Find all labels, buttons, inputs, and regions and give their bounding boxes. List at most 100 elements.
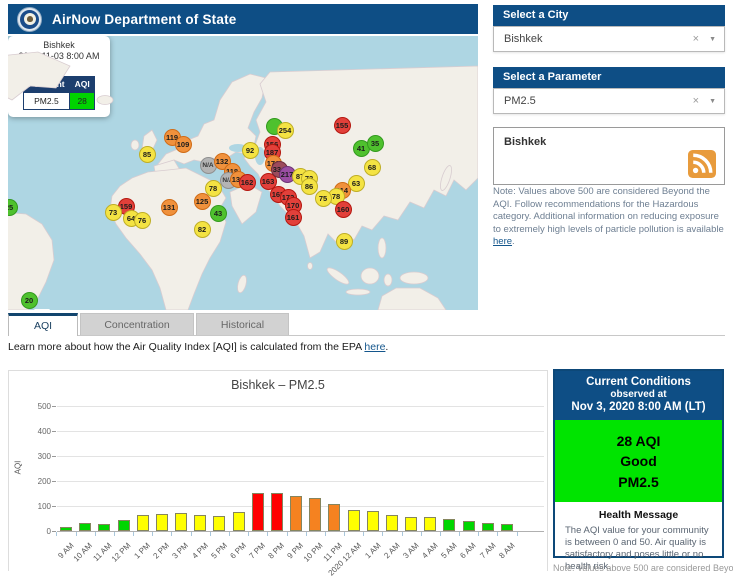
tab-aqi[interactable]: AQI <box>8 313 78 336</box>
map-marker[interactable]: 92 <box>242 142 259 159</box>
tab-concentration[interactable]: Concentration <box>80 313 194 335</box>
chart-x-tick-mark <box>229 532 230 536</box>
chart-x-tick-label: 2 PM <box>152 541 172 561</box>
chart-bar[interactable] <box>137 515 149 531</box>
chart-y-tick-label: 500 <box>17 402 51 411</box>
chart-y-tick-mark <box>52 406 56 407</box>
chart-bar[interactable] <box>443 519 455 531</box>
current-conditions-datetime: Nov 3, 2020 8:00 AM (LT) <box>557 401 720 414</box>
learn-more-here-link[interactable]: here <box>364 341 385 353</box>
chart-bar[interactable] <box>60 527 72 531</box>
chart-bar[interactable] <box>156 514 168 531</box>
chart-bar[interactable] <box>233 512 245 531</box>
chart-y-tick-mark <box>52 456 56 457</box>
chart-gridline <box>57 406 544 407</box>
chart-x-tick-mark <box>210 532 211 536</box>
chart-bar[interactable] <box>463 521 475 531</box>
map-marker[interactable]: 131 <box>161 199 178 216</box>
map-marker[interactable]: 155 <box>334 117 351 134</box>
clear-icon[interactable]: × <box>693 33 699 45</box>
chart-bar[interactable] <box>348 510 360 531</box>
parameter-select[interactable]: PM2.5 × ▼ <box>493 88 725 114</box>
chart-plot-area: AQI 01002003004005009 AM10 AM11 AM12 PM1… <box>9 371 547 571</box>
current-conditions-subtitle: observed at <box>557 389 720 401</box>
tab-bar: AQI Concentration Historical <box>8 314 725 336</box>
chart-bar[interactable] <box>175 513 187 531</box>
chevron-down-icon[interactable]: ▼ <box>709 98 716 105</box>
learn-more-suffix: . <box>385 341 388 353</box>
chart-x-tick-mark <box>440 532 441 536</box>
chart-bar[interactable] <box>290 496 302 531</box>
select-city-header: Select a City <box>493 5 725 26</box>
chart-x-tick-mark <box>497 532 498 536</box>
tab-historical[interactable]: Historical <box>196 313 289 335</box>
map-marker[interactable]: 109 <box>175 136 192 153</box>
map-marker[interactable]: 89 <box>336 233 353 250</box>
sidebar-note: Note: Values above 500 are considered Be… <box>493 186 725 249</box>
chart-x-tick-label: 2 AM <box>382 541 401 560</box>
chevron-down-icon[interactable]: ▼ <box>709 36 716 43</box>
chart-bar[interactable] <box>213 516 225 531</box>
bottom-note-cutoff: Note: Values above 500 are considered Be… <box>553 563 731 573</box>
chart-bar[interactable] <box>328 504 340 532</box>
chart-bar[interactable] <box>367 511 379 531</box>
city-select[interactable]: Bishkek × ▼ <box>493 26 725 52</box>
chart-bar[interactable] <box>386 515 398 531</box>
map-marker[interactable]: 73 <box>105 204 122 221</box>
sidebar-note-suffix: . <box>512 236 515 247</box>
chart-x-tick-label: 5 AM <box>440 541 459 560</box>
chart-bar[interactable] <box>309 498 321 532</box>
chart-y-tick-label: 200 <box>17 477 51 486</box>
map-marker[interactable]: 254 <box>277 122 294 139</box>
chart-bar[interactable] <box>482 523 494 531</box>
chart-bar[interactable] <box>271 493 283 531</box>
map-marker[interactable]: 85 <box>139 146 156 163</box>
map-marker[interactable]: 161 <box>285 209 302 226</box>
chart-bar[interactable] <box>252 493 264 531</box>
chart-x-tick-label: 3 AM <box>401 541 420 560</box>
page-title: AirNow Department of State <box>52 12 236 27</box>
map-marker[interactable]: 86 <box>301 178 318 195</box>
chart-y-tick-mark <box>52 431 56 432</box>
chart-x-tick-mark <box>421 532 422 536</box>
map-marker[interactable]: 160 <box>335 201 352 218</box>
chart-x-tick-mark <box>171 532 172 536</box>
chart-x-tick-label: 8 PM <box>267 541 287 561</box>
chart-gridline <box>57 481 544 482</box>
aqi-chart-panel: Bishkek – PM2.5 AQI 01002003004005009 AM… <box>8 370 548 571</box>
sidebar-note-here-link[interactable]: here <box>493 236 512 247</box>
map-marker[interactable]: 162 <box>239 174 256 191</box>
chart-x-tick-label: 11 AM <box>92 541 114 563</box>
learn-more-body: Learn more about how the Air Quality Ind… <box>8 341 364 353</box>
chart-bar[interactable] <box>424 517 436 531</box>
city-select-value: Bishkek <box>504 33 693 45</box>
chart-bar[interactable] <box>405 517 417 531</box>
current-pollutant: PM2.5 <box>555 472 722 492</box>
chart-bar[interactable] <box>79 523 91 531</box>
rss-icon[interactable] <box>688 150 716 178</box>
chart-x-tick-label: 6 AM <box>459 541 478 560</box>
clear-icon[interactable]: × <box>693 95 699 107</box>
sidebar-note-text: Note: Values above 500 are considered Be… <box>493 186 724 235</box>
chart-y-tick-label: 400 <box>17 427 51 436</box>
chart-bar[interactable] <box>194 515 206 531</box>
header-bar: AirNow Department of State <box>8 4 478 34</box>
chart-x-tick-label: 6 PM <box>228 541 248 561</box>
map-marker[interactable]: 20 <box>21 292 38 309</box>
chart-x-tick-mark <box>95 532 96 536</box>
chart-bar[interactable] <box>501 524 513 531</box>
rss-feed-box: Bishkek <box>493 127 725 185</box>
world-aqi-map[interactable]: 119109851597364761311254382N/A132118N/A1… <box>8 36 478 310</box>
map-marker[interactable]: 35 <box>367 135 384 152</box>
map-marker[interactable]: 68 <box>364 159 381 176</box>
chart-bar[interactable] <box>118 520 130 531</box>
chart-bar[interactable] <box>98 524 110 531</box>
map-marker[interactable]: 75 <box>315 190 332 207</box>
map-marker[interactable]: 76 <box>134 212 151 229</box>
chart-x-tick-label: 10 PM <box>302 541 325 564</box>
chart-x-tick-mark <box>363 532 364 536</box>
map-marker[interactable]: 43 <box>210 205 227 222</box>
map-marker[interactable]: 78 <box>205 180 222 197</box>
chart-y-tick-label: 0 <box>17 527 51 536</box>
map-marker[interactable]: 82 <box>194 221 211 238</box>
